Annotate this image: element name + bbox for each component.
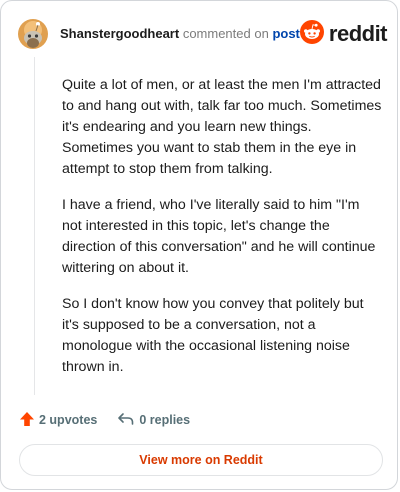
view-more-button[interactable]: View more on Reddit bbox=[19, 444, 383, 476]
comment-header: Shanstergoodheart commented on post redd… bbox=[18, 19, 388, 49]
comment-actions: 2 upvotes 0 replies bbox=[19, 410, 210, 430]
upvote-arrow-icon bbox=[19, 411, 39, 430]
avatar[interactable] bbox=[18, 19, 48, 49]
username-link[interactable]: Shanstergoodheart bbox=[60, 26, 179, 41]
comment-embed-card: Shanstergoodheart commented on post redd… bbox=[0, 0, 398, 490]
comment-body: Quite a lot of men, or at least the men … bbox=[62, 75, 382, 393]
comment-paragraph: Quite a lot of men, or at least the men … bbox=[62, 77, 382, 177]
comment-paragraph: So I don't know how you convey that poli… bbox=[62, 296, 364, 375]
comment-paragraph: I have a friend, who I've literally said… bbox=[62, 197, 376, 276]
reddit-snoo-icon bbox=[299, 19, 324, 49]
upvote-button[interactable]: 2 upvotes bbox=[19, 411, 97, 430]
reply-count: 0 replies bbox=[139, 413, 191, 427]
action-text: commented on bbox=[182, 26, 269, 41]
post-link[interactable]: post bbox=[272, 26, 299, 41]
reply-button[interactable]: 0 replies bbox=[117, 411, 190, 430]
thread-line bbox=[34, 57, 35, 395]
reddit-logo[interactable]: reddit bbox=[299, 19, 388, 49]
upvote-count: 2 upvotes bbox=[39, 413, 98, 427]
reddit-wordmark: reddit bbox=[328, 21, 388, 46]
comment-meta: Shanstergoodheart commented on post bbox=[60, 26, 300, 42]
reply-arrow-icon bbox=[117, 411, 139, 430]
